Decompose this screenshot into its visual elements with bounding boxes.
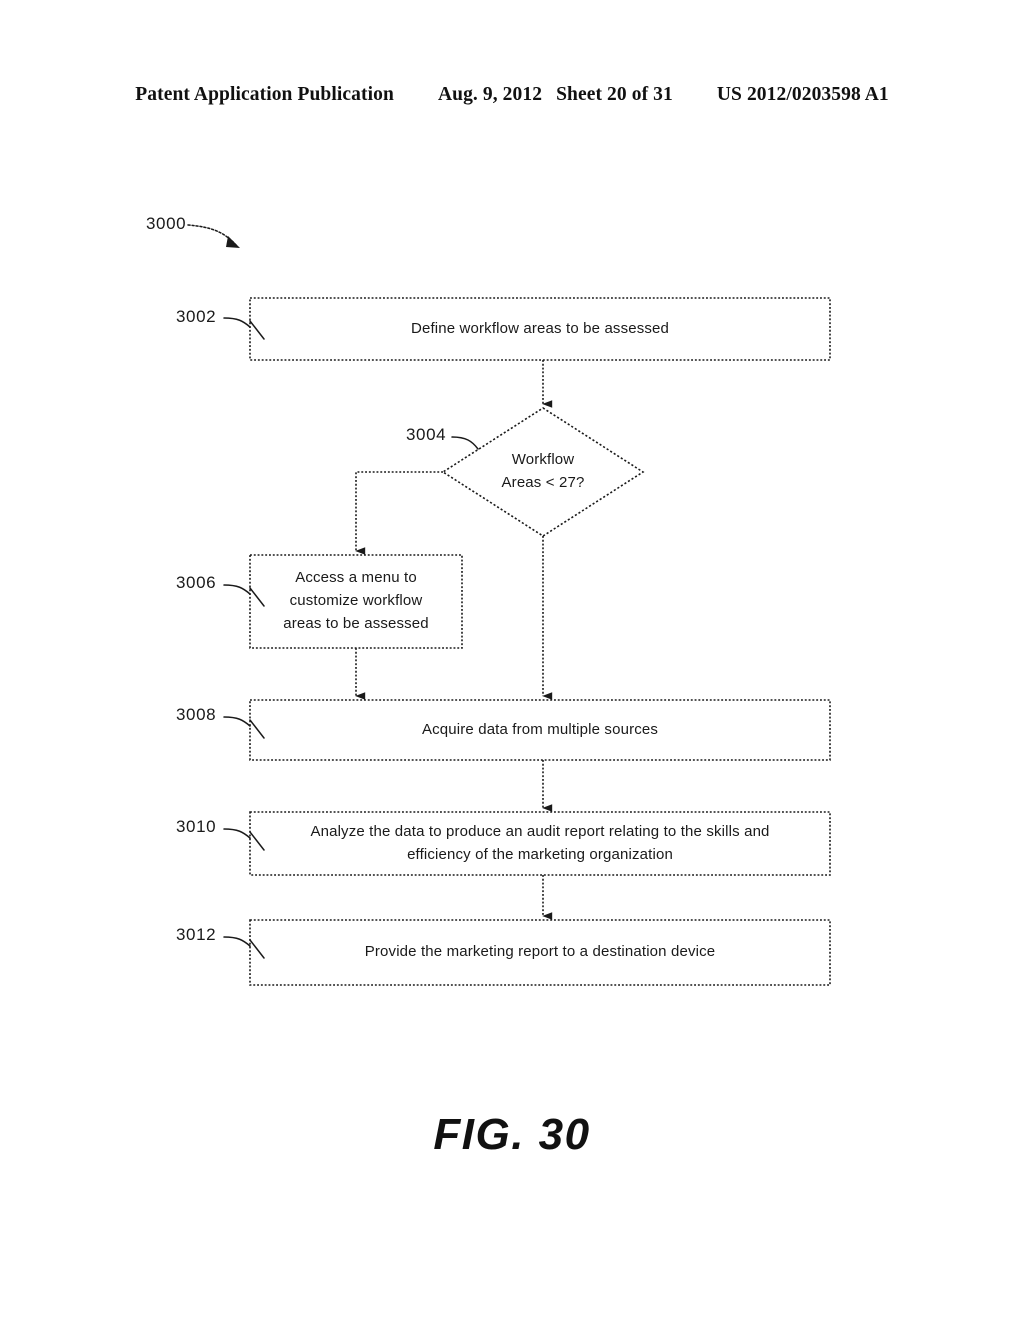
node-3002-box [249,297,831,361]
leader-3002-tick [249,320,265,340]
leader-3008-tick [249,719,265,739]
leader-3012 [223,936,251,947]
leader-3006-tick [249,587,265,607]
ref-label-3006: 3006 [176,573,217,592]
leader-3010-tick [249,831,265,851]
leader-3012-tick [249,939,265,959]
leader-3006 [223,584,251,595]
node-3004-diamond [441,407,645,537]
leader-3002 [223,317,251,328]
node-3010-box [249,811,831,876]
ref-label-3002: 3002 [176,307,217,326]
ref-label-3004: 3004 [406,425,447,444]
patent-figure-page: Patent Application Publication Aug. 9, 2… [0,0,1024,1320]
ref-label-3010: 3010 [176,817,217,836]
leader-3010 [223,828,251,839]
node-3006-box [249,554,463,649]
node-3008-box [249,699,831,761]
ref-label-3008: 3008 [176,705,217,724]
leader-3008 [223,716,251,727]
leader-3004 [451,436,479,450]
leader-3000-arrow [226,236,240,248]
figure-caption: FIG. 30 [433,1110,591,1159]
node-3012-box [249,919,831,986]
connector-3004-to-3006 [355,471,443,555]
ref-label-3012: 3012 [176,925,217,944]
ref-label-3000: 3000 [146,214,187,233]
